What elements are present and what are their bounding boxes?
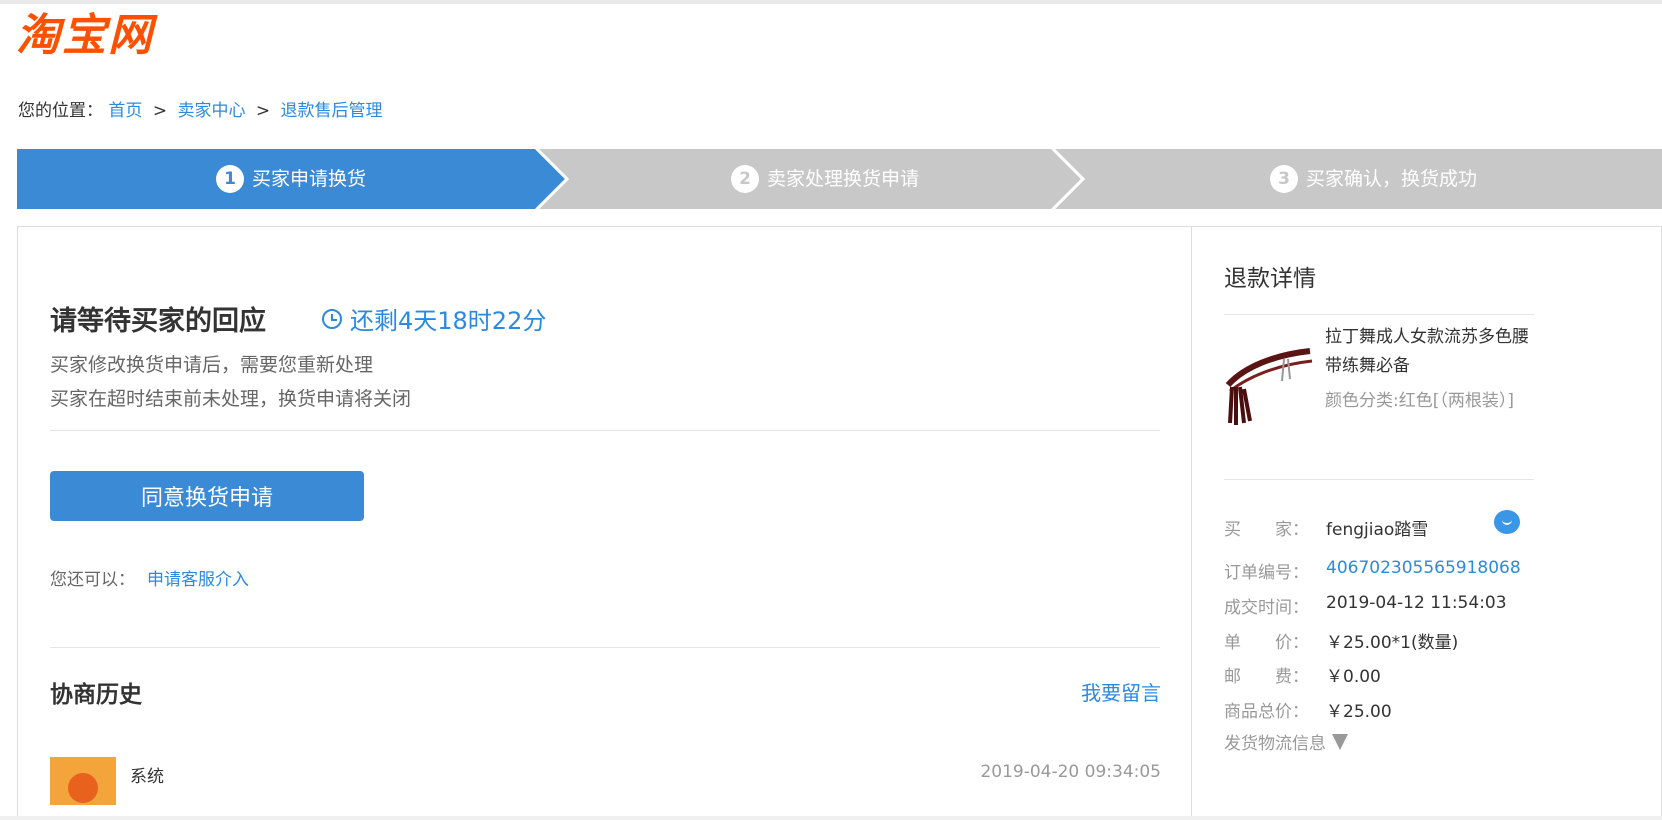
triangle-down-icon[interactable] <box>1332 733 1348 750</box>
countdown: 还剩4天18时22分 <box>322 301 546 336</box>
progress-steps: 1 买家申请换货 2 卖家处理换货申请 3 买家确认，换货成功 <box>17 149 1662 209</box>
main-panel: 请等待买家的回应 还剩4天18时22分 买家修改换货申请后，需要您重新处理 买家… <box>17 226 1662 816</box>
clock-icon <box>322 308 342 329</box>
buyer-row: 买 家： fengjiao踏雪 <box>1224 515 1428 540</box>
page-title: 请等待买家的回应 <box>50 306 266 337</box>
divider <box>1224 479 1534 480</box>
product-image[interactable] <box>1224 337 1314 427</box>
shipping-info-toggle[interactable]: 发货物流信息 <box>1224 729 1348 754</box>
breadcrumb-separator: > <box>255 101 271 121</box>
step-1: 1 买家申请换货 <box>17 149 565 209</box>
also-options: 您还可以： 申请客服介入 <box>50 565 249 590</box>
step-2: 2 卖家处理换货申请 <box>569 149 1081 209</box>
leave-message-link[interactable]: 我要留言 <box>1081 677 1161 706</box>
request-intervention-link[interactable]: 申请客服介入 <box>147 570 249 590</box>
detail-title: 退款详情 <box>1224 266 1316 292</box>
history-author: 系统 <box>130 767 164 787</box>
unit-price-value: ￥25.00*1(数量) <box>1326 633 1459 653</box>
step-2-label: 卖家处理换货申请 <box>766 168 919 190</box>
page: 淘宝网 您的位置： 首页 > 卖家中心 > 退款售后管理 1 买家申请换货 2 … <box>0 0 1662 816</box>
taobao-logo[interactable]: 淘宝网 <box>16 10 154 62</box>
breadcrumb-refund-link[interactable]: 退款售后管理 <box>281 101 383 121</box>
step-1-number: 1 <box>215 165 244 193</box>
wangwang-chat-icon[interactable] <box>1494 510 1520 534</box>
also-label: 您还可以： <box>50 570 135 590</box>
step-1-label: 买家申请换货 <box>251 168 366 190</box>
desc-line-2: 买家在超时结束前未处理，换货申请将关闭 <box>50 388 412 410</box>
unit-price-row: 单 价： ￥25.00*1(数量) <box>1224 628 1458 653</box>
shipping-fee-value: ￥0.00 <box>1326 667 1381 687</box>
divider <box>50 430 1160 431</box>
total-price-value: ￥25.00 <box>1326 702 1392 722</box>
shipping-info-label: 发货物流信息 <box>1224 734 1326 754</box>
breadcrumb-separator: > <box>152 101 168 121</box>
breadcrumb-prefix: 您的位置： <box>18 101 103 121</box>
history-title: 协商历史 <box>50 682 142 708</box>
buyer-value: fengjiao踏雪 <box>1326 520 1429 540</box>
total-price-key: 商品总价： <box>1224 702 1309 722</box>
agree-exchange-button[interactable]: 同意换货申请 <box>50 471 364 521</box>
step-3-label: 买家确认，换货成功 <box>1305 168 1477 190</box>
countdown-text: 还剩4天18时22分 <box>350 307 547 335</box>
shipping-fee-key: 邮 费： <box>1224 667 1309 687</box>
breadcrumb: 您的位置： 首页 > 卖家中心 > 退款售后管理 <box>18 96 383 121</box>
order-number-key: 订单编号： <box>1224 563 1309 583</box>
desc-line-1: 买家修改换货申请后，需要您重新处理 <box>50 354 374 376</box>
deal-time-row: 成交时间： 2019-04-12 11:54:03 <box>1224 593 1507 618</box>
system-avatar <box>50 757 116 805</box>
history-time: 2019-04-20 09:34:05 <box>980 762 1161 782</box>
refund-detail-panel: 退款详情 拉丁舞成人女款流苏多色腰带练舞必备 颜色分类:红色[（两根装）] 买 … <box>1191 227 1661 816</box>
divider <box>50 647 1160 648</box>
deal-time-value: 2019-04-12 11:54:03 <box>1326 593 1507 613</box>
order-number-row: 订单编号： 406702305565918068 <box>1224 558 1521 583</box>
order-number-link[interactable]: 406702305565918068 <box>1326 558 1521 583</box>
step-3: 3 买家确认，换货成功 <box>1085 149 1662 209</box>
product-name[interactable]: 拉丁舞成人女款流苏多色腰带练舞必备 <box>1325 323 1530 381</box>
step-3-number: 3 <box>1269 165 1298 193</box>
buyer-key: 买 家： <box>1224 520 1309 540</box>
total-price-row: 商品总价： ￥25.00 <box>1224 697 1392 722</box>
divider <box>1224 314 1534 315</box>
breadcrumb-home-link[interactable]: 首页 <box>108 101 142 121</box>
exchange-action-panel: 请等待买家的回应 还剩4天18时22分 买家修改换货申请后，需要您重新处理 买家… <box>18 227 1191 816</box>
unit-price-key: 单 价： <box>1224 633 1309 653</box>
deal-time-key: 成交时间： <box>1224 598 1309 618</box>
product-sku: 颜色分类:红色[（两根装）] <box>1325 391 1514 411</box>
step-2-number: 2 <box>730 165 759 193</box>
shipping-fee-row: 邮 费： ￥0.00 <box>1224 662 1381 687</box>
breadcrumb-seller-center-link[interactable]: 卖家中心 <box>177 101 245 121</box>
